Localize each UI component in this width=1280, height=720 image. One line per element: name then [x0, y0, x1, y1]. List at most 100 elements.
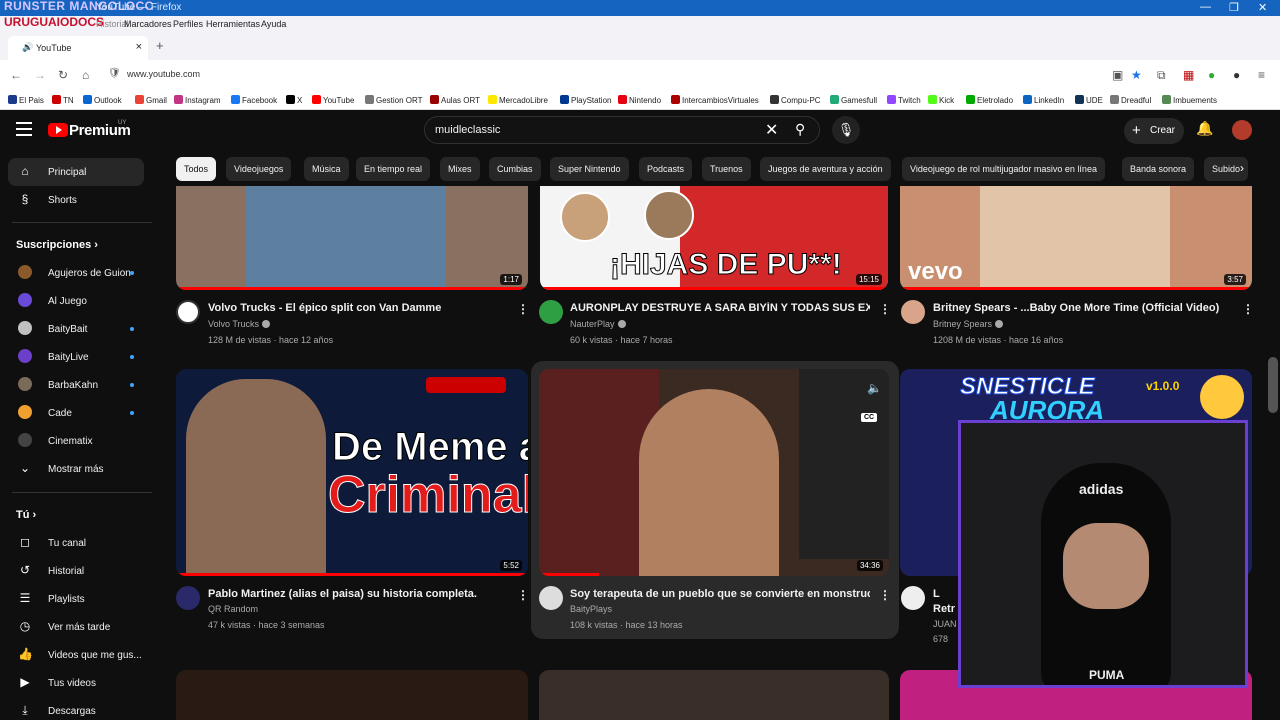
- bookmark-item[interactable]: LinkedIn: [1023, 95, 1064, 105]
- search-box[interactable]: muidleclassic ✕ ⚲: [424, 116, 820, 144]
- bookmark-item[interactable]: Eletrolado: [966, 95, 1013, 105]
- bookmark-item[interactable]: Facebook: [231, 95, 277, 105]
- video-thumbnail[interactable]: [539, 670, 889, 720]
- hamburger-menu-icon[interactable]: [16, 122, 32, 136]
- bookmark-item[interactable]: TN: [52, 95, 74, 105]
- back-icon[interactable]: ←: [10, 68, 22, 82]
- video-thumbnail[interactable]: vevo 3:57: [900, 186, 1252, 290]
- chip[interactable]: Mixes: [440, 157, 480, 181]
- more-options-icon[interactable]: ⋮: [1242, 302, 1254, 316]
- sidebar-subscription[interactable]: BaityLive: [8, 343, 144, 371]
- channel-name[interactable]: BaityPlays: [570, 604, 612, 614]
- more-options-icon[interactable]: ⋮: [879, 588, 891, 602]
- chip[interactable]: Super Nintendo: [550, 157, 629, 181]
- subscriptions-header[interactable]: Suscripciones ›: [16, 239, 98, 251]
- bookmark-item[interactable]: Gamesfull: [830, 95, 877, 105]
- microphone-icon[interactable]: 🎙: [832, 116, 860, 144]
- chip[interactable]: Cumbias: [489, 157, 541, 181]
- avatar[interactable]: [1232, 120, 1252, 140]
- mute-icon[interactable]: 🔈: [867, 381, 882, 395]
- bookmark-item[interactable]: Dreadful: [1110, 95, 1151, 105]
- sidebar-item-shorts[interactable]: § Shorts: [8, 186, 144, 214]
- home-icon[interactable]: ⌂: [82, 68, 89, 82]
- video-thumbnail[interactable]: 1:17: [176, 186, 528, 290]
- sidebar-item-liked[interactable]: 👍 Videos que me gus...: [8, 641, 144, 669]
- more-options-icon[interactable]: ⋮: [879, 302, 891, 316]
- sidebar-item-tu-canal[interactable]: ◻ Tu canal: [8, 529, 144, 557]
- channel-name[interactable]: QR Random: [208, 604, 258, 614]
- sidebar-subscription[interactable]: BaityBait: [8, 315, 144, 343]
- sidebar-item-playlists[interactable]: ☰ Playlists: [8, 585, 144, 613]
- bookmark-item[interactable]: PlayStation: [560, 95, 611, 105]
- bookmark-item[interactable]: Compu-PC: [770, 95, 821, 105]
- more-options-icon[interactable]: ⋮: [517, 588, 529, 602]
- reader-icon[interactable]: ▣: [1112, 68, 1123, 82]
- video-thumbnail[interactable]: De Meme a Criminal 5:52: [176, 369, 528, 576]
- bookmark-item[interactable]: X: [286, 95, 302, 105]
- video-title[interactable]: Volvo Trucks - El épico split con Van Da…: [208, 302, 508, 314]
- clear-search-icon[interactable]: ✕: [765, 120, 778, 140]
- reload-icon[interactable]: ↻: [58, 68, 68, 82]
- chip[interactable]: En tiempo real: [356, 157, 431, 181]
- video-title[interactable]: Pablo Martinez (alias el paisa) su histo…: [208, 588, 508, 600]
- video-title[interactable]: Britney Spears - ...Baby One More Time (…: [933, 302, 1233, 314]
- search-icon[interactable]: ⚲: [795, 121, 805, 138]
- sidebar-subscription[interactable]: Cinematix: [8, 427, 144, 455]
- extensions-icon[interactable]: ⧉: [1157, 68, 1166, 83]
- video-thumbnail[interactable]: CC 🔈 34:36: [539, 369, 889, 576]
- sidebar-subscription[interactable]: Cade: [8, 399, 144, 427]
- forward-icon[interactable]: →: [34, 68, 46, 82]
- channel-avatar[interactable]: [176, 586, 200, 610]
- menu-marcadores[interactable]: Marcadores: [124, 19, 172, 29]
- chip[interactable]: Videojuego de rol multijugador masivo en…: [902, 157, 1105, 181]
- chip[interactable]: Música: [304, 157, 349, 181]
- bookmark-item[interactable]: Gestion ORT: [365, 95, 423, 105]
- bookmark-item[interactable]: Kick: [928, 95, 954, 105]
- extension-a-icon[interactable]: ▦: [1183, 68, 1194, 82]
- sidebar-subscription[interactable]: BarbaKahn: [8, 371, 144, 399]
- menu-herramientas[interactable]: Herramientas: [206, 19, 260, 29]
- video-title[interactable]: AURONPLAY DESTRUYE A SARA BIYÍN Y TODAS …: [570, 302, 870, 314]
- more-options-icon[interactable]: ⋮: [517, 302, 529, 316]
- menu-ayuda[interactable]: Ayuda: [261, 19, 286, 29]
- video-title[interactable]: Soy terapeuta de un pueblo que se convie…: [570, 588, 870, 600]
- sidebar-subscription[interactable]: Agujeros de Guion: [8, 259, 144, 287]
- chip-todos[interactable]: Todos: [176, 157, 217, 181]
- bookmark-item[interactable]: IntercambiosVirtuales: [671, 95, 759, 105]
- channel-avatar[interactable]: [176, 300, 200, 324]
- chip[interactable]: Banda sonora: [1122, 157, 1195, 181]
- channel-avatar[interactable]: [901, 300, 925, 324]
- profile-icon[interactable]: ●: [1233, 68, 1240, 82]
- sidebar-item-historial[interactable]: ↺ Historial: [8, 557, 144, 585]
- chevron-right-icon[interactable]: ›: [1240, 161, 1244, 175]
- speaker-icon[interactable]: 🔊: [22, 42, 33, 53]
- sidebar-subscription[interactable]: Al Juego: [8, 287, 144, 315]
- bookmark-item[interactable]: Outlook: [83, 95, 122, 105]
- bookmark-item[interactable]: Nintendo: [618, 95, 661, 105]
- sidebar-item-descargas[interactable]: ⤓ Descargas: [8, 697, 144, 720]
- bookmark-star-icon[interactable]: ★: [1131, 68, 1142, 82]
- bookmark-item[interactable]: El Pais: [8, 95, 44, 105]
- sidebar-item-ver-mas-tarde[interactable]: ◷ Ver más tarde: [8, 613, 144, 641]
- channel-name[interactable]: Volvo Trucks: [208, 319, 271, 329]
- close-window-icon[interactable]: ✕: [1258, 1, 1267, 14]
- video-title[interactable]: L: [933, 588, 953, 600]
- chip[interactable]: Truenos: [702, 157, 751, 181]
- bookmark-item[interactable]: Twitch: [887, 95, 921, 105]
- extension-b-icon[interactable]: ●: [1208, 68, 1215, 82]
- menu-icon[interactable]: ≡: [1258, 68, 1265, 82]
- chip[interactable]: Juegos de aventura y acción: [760, 157, 891, 181]
- scrollbar-thumb[interactable]: [1268, 357, 1278, 413]
- bookmark-item[interactable]: Instagram: [174, 95, 221, 105]
- bookmark-item[interactable]: Gmail: [135, 95, 167, 105]
- chip[interactable]: Videojuegos: [226, 157, 292, 181]
- bookmark-item[interactable]: Imbuements: [1162, 95, 1217, 105]
- bookmark-item[interactable]: Aulas ORT: [430, 95, 480, 105]
- video-title-line2[interactable]: Retr: [933, 603, 957, 615]
- channel-name[interactable]: NauterPlay: [570, 319, 626, 329]
- maximize-icon[interactable]: ❐: [1229, 1, 1239, 14]
- create-button[interactable]: + Crear: [1124, 118, 1184, 144]
- search-input[interactable]: muidleclassic: [435, 124, 500, 136]
- channel-name[interactable]: JUAN: [933, 619, 957, 629]
- sidebar-item-tus-videos[interactable]: ▶ Tus videos: [8, 669, 144, 697]
